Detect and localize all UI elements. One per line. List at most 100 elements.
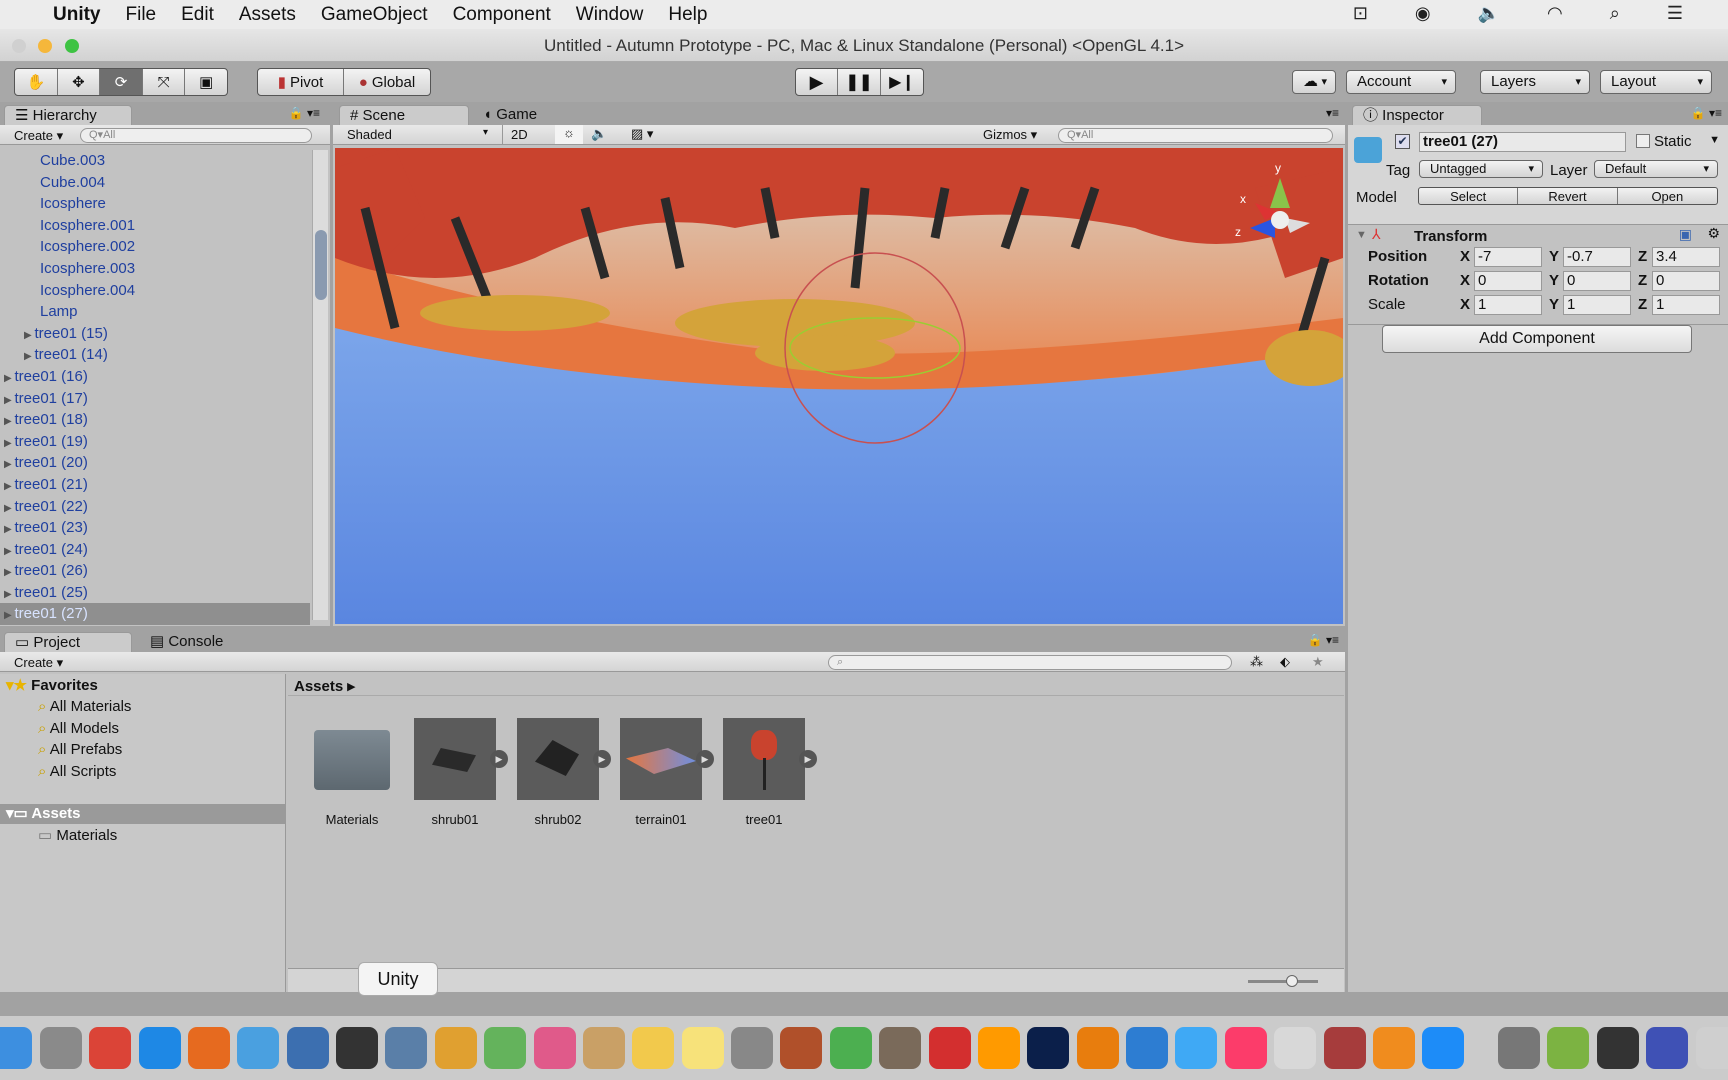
dock-app-icon[interactable] <box>434 1027 477 1069</box>
hand-tool-icon[interactable]: ✋ <box>15 69 58 95</box>
revert-button[interactable]: Revert <box>1518 188 1618 204</box>
asset-item[interactable]: ▶ tree01 <box>722 718 817 827</box>
expand-arrow-icon[interactable]: ▶ <box>4 395 14 406</box>
expand-arrow-icon[interactable]: ▶ <box>4 610 14 621</box>
favorites-folder[interactable]: ▾★ Favorites <box>6 676 98 694</box>
expand-prefab-icon[interactable]: ▶ <box>490 750 508 768</box>
dock-app-icon[interactable] <box>928 1027 971 1069</box>
hierarchy-item[interactable]: ▶ tree01 (23) <box>0 517 310 539</box>
move-tool-icon[interactable]: ✥ <box>58 69 101 95</box>
expand-arrow-icon[interactable]: ▶ <box>4 524 14 535</box>
cloud-button[interactable]: ☁ <box>1292 70 1336 94</box>
dock-app-icon[interactable] <box>1323 1027 1366 1069</box>
rect-tool-icon[interactable]: ▣ <box>185 69 227 95</box>
hierarchy-item[interactable]: ▶ tree01 (18) <box>0 409 310 431</box>
asset-item[interactable]: ▶ terrain01 <box>619 718 714 827</box>
assets-breadcrumb[interactable]: Assets ▸ <box>288 674 1344 696</box>
panel-menu-icon[interactable]: 🔒 ▾≡ <box>1691 106 1722 120</box>
panel-menu-icon[interactable]: 🔒 ▾≡ <box>289 106 320 120</box>
dock-app-icon[interactable] <box>138 1027 181 1069</box>
notification-list-icon[interactable]: ☰ <box>1667 3 1683 24</box>
dock-app-icon[interactable] <box>582 1027 625 1069</box>
tab-game[interactable]: ◖ Game <box>473 105 573 125</box>
menu-app[interactable]: Unity <box>53 4 101 26</box>
active-checkbox[interactable]: ✔ <box>1395 134 1410 149</box>
scene-search-input[interactable]: Q▾All <box>1058 128 1333 143</box>
help-book-icon[interactable]: ▣ <box>1679 226 1692 243</box>
expand-arrow-icon[interactable]: ▶ <box>4 373 14 384</box>
tab-hierarchy[interactable]: ☰ Hierarchy <box>4 105 132 125</box>
menu-file[interactable]: File <box>126 4 157 26</box>
menu-assets[interactable]: Assets <box>239 4 296 26</box>
hierarchy-item[interactable]: ▶ tree01 (27) <box>0 603 310 626</box>
hierarchy-item[interactable]: ▶ tree01 (20) <box>0 452 310 474</box>
asset-item[interactable]: Materials <box>310 718 394 827</box>
menu-component[interactable]: Component <box>453 4 551 26</box>
favorite-item[interactable]: ⌕ All Materials <box>38 698 131 720</box>
position-x-field[interactable]: -7 <box>1474 247 1542 267</box>
hierarchy-item[interactable]: ▶ tree01 (15) <box>0 323 310 345</box>
static-dropdown-icon[interactable]: ▼ <box>1709 134 1720 146</box>
dock-app-icon[interactable] <box>0 1027 33 1069</box>
position-y-field[interactable]: -0.7 <box>1563 247 1631 267</box>
2d-toggle[interactable]: 2D <box>511 127 541 142</box>
tag-dropdown[interactable]: Untagged <box>1419 160 1543 178</box>
dock-app-icon[interactable] <box>829 1027 872 1069</box>
rotation-x-field[interactable]: 0 <box>1474 271 1542 291</box>
gizmos-dropdown[interactable]: Gizmos ▾ <box>983 127 1037 143</box>
hierarchy-item[interactable]: ▶ tree01 (17) <box>0 388 310 410</box>
spotlight-search-icon[interactable]: ⌕ <box>1610 3 1620 24</box>
hierarchy-scrollbar[interactable] <box>312 150 328 620</box>
slider-thumb[interactable] <box>1286 975 1298 987</box>
position-z-field[interactable]: 3.4 <box>1652 247 1720 267</box>
timemachine-icon[interactable]: ◉ <box>1415 3 1431 24</box>
dock-app-icon[interactable] <box>681 1027 724 1069</box>
favorite-item[interactable]: ⌕ All Models <box>38 720 131 742</box>
dock-app-icon[interactable] <box>780 1027 823 1069</box>
scrollbar-thumb[interactable] <box>315 230 327 300</box>
hierarchy-item[interactable]: ▶ tree01 (21) <box>0 474 310 496</box>
layout-dropdown[interactable]: Layout <box>1600 70 1712 94</box>
menu-help[interactable]: Help <box>668 4 707 26</box>
minimize-button[interactable] <box>38 39 52 53</box>
hierarchy-item[interactable]: ▶ tree01 (24) <box>0 539 310 561</box>
hierarchy-search-input[interactable]: Q▾All <box>80 128 312 143</box>
dock-app-icon[interactable] <box>1076 1027 1119 1069</box>
expand-prefab-icon[interactable]: ▶ <box>799 750 817 768</box>
settings-gear-icon[interactable]: ⚙ <box>1707 225 1720 242</box>
expand-prefab-icon[interactable]: ▶ <box>696 750 714 768</box>
create-dropdown[interactable]: Create ▾ <box>14 128 63 144</box>
collapse-arrow-icon[interactable]: ▼ <box>1356 229 1367 241</box>
pause-button[interactable]: ❚❚ <box>838 69 882 95</box>
dock-app-icon[interactable] <box>1498 1027 1541 1069</box>
favorite-item[interactable]: ⌕ All Scripts <box>38 763 131 785</box>
panel-menu-icon[interactable]: 🔒 ▾≡ <box>1308 633 1339 647</box>
dock-app-icon[interactable] <box>1126 1027 1169 1069</box>
favorite-item[interactable]: ⌕ All Prefabs <box>38 741 131 763</box>
play-button[interactable]: ▶ <box>796 69 839 95</box>
filter-type-icon[interactable]: ⁂ <box>1250 654 1263 670</box>
select-button[interactable]: Select <box>1419 188 1519 204</box>
filter-label-icon[interactable]: ⬖ <box>1280 654 1290 670</box>
favorite-star-icon[interactable]: ★ <box>1312 654 1324 670</box>
expand-arrow-icon[interactable]: ▶ <box>24 330 34 341</box>
menu-edit[interactable]: Edit <box>181 4 214 26</box>
hierarchy-item[interactable]: ▶ tree01 (19) <box>0 431 310 453</box>
dock-app-icon[interactable] <box>731 1027 774 1069</box>
rotate-tool-icon[interactable]: ⟳ <box>100 69 143 95</box>
account-dropdown[interactable]: Account <box>1346 70 1456 94</box>
expand-arrow-icon[interactable]: ▶ <box>4 589 14 600</box>
dock-app-icon[interactable] <box>1422 1027 1465 1069</box>
expand-arrow-icon[interactable]: ▶ <box>24 351 34 362</box>
panel-menu-icon[interactable]: ▾≡ <box>1326 106 1339 120</box>
dock-app-icon[interactable] <box>632 1027 675 1069</box>
expand-arrow-icon[interactable]: ▶ <box>4 459 14 470</box>
tab-project[interactable]: ▭ Project <box>4 632 132 652</box>
asset-item[interactable]: ▶ shrub02 <box>516 718 611 827</box>
object-name-field[interactable]: tree01 (27) <box>1419 132 1626 152</box>
materials-folder[interactable]: ▭ Materials <box>38 826 117 844</box>
dock-app-icon[interactable] <box>237 1027 280 1069</box>
scene-viewport[interactable]: y x z <box>335 148 1343 624</box>
dock-app-icon[interactable] <box>187 1027 230 1069</box>
asset-item[interactable]: ▶ shrub01 <box>413 718 508 827</box>
